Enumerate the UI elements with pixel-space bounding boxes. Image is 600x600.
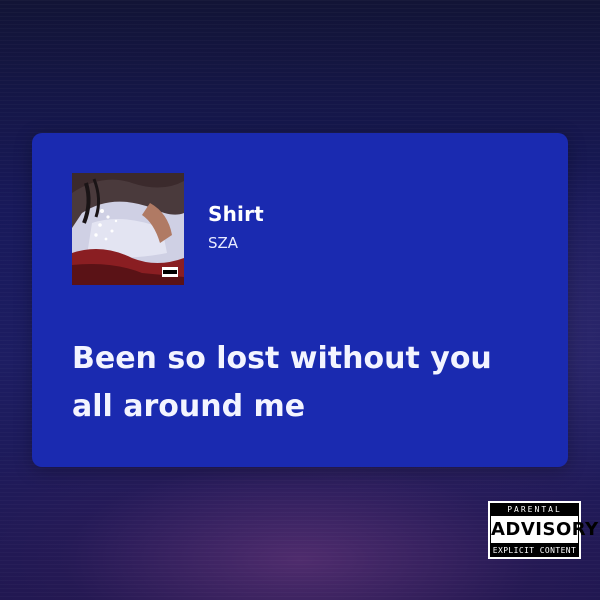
advisory-line-parental: PARENTAL [507,505,562,514]
track-title: Shirt [208,202,264,226]
lyric-text: Been so lost without you all around me [72,341,492,424]
album-cover-image [72,173,184,285]
parental-advisory-label: PARENTAL ADVISORY EXPLICIT CONTENT [488,501,598,559]
advisory-line-explicit: EXPLICIT CONTENT [492,546,577,555]
track-artist: SZA [208,234,239,252]
lyrics-card: Shirt SZA Been so lost without you all a… [32,133,568,467]
advisory-background: PARENTAL ADVISORY EXPLICIT CONTENT [490,503,598,557]
advisory-line-advisory: ADVISORY [491,516,598,543]
